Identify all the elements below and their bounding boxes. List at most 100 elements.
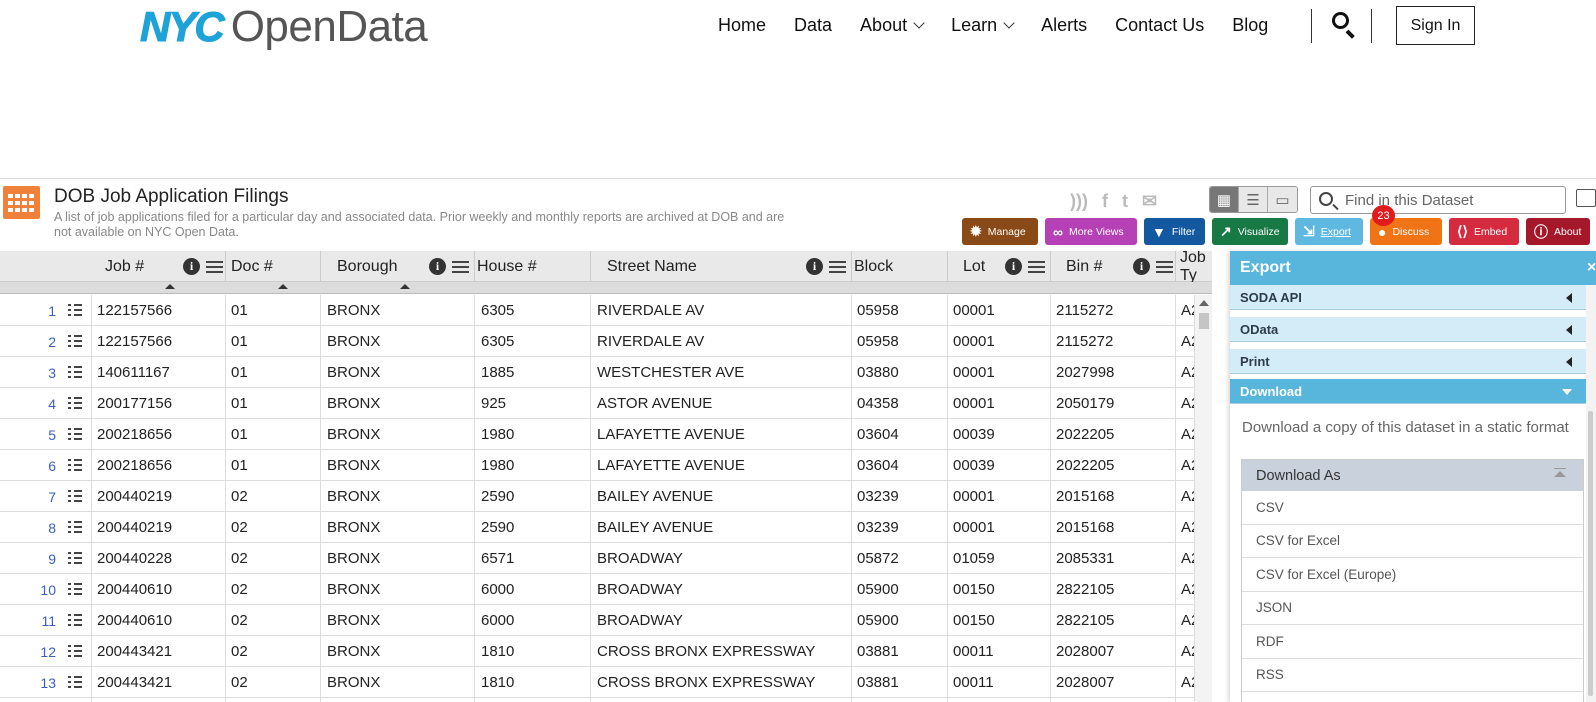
column-menu-icon[interactable] xyxy=(829,258,846,275)
cell-block[interactable]: 05872 xyxy=(857,543,899,574)
visualize-button[interactable]: ↗ Visualize xyxy=(1212,218,1288,245)
cell-lot[interactable]: 00039 xyxy=(953,450,995,481)
cell-lot[interactable]: 00011 xyxy=(953,636,994,667)
download-format-csv-excel-europe[interactable]: CSV for Excel (Europe) xyxy=(1242,558,1583,592)
column-divider[interactable] xyxy=(225,251,226,282)
cell-borough[interactable]: BRONX xyxy=(327,326,380,357)
row-number[interactable]: 13 xyxy=(0,667,56,698)
column-header-borough[interactable]: Borough xyxy=(337,251,398,282)
column-divider[interactable] xyxy=(1175,251,1176,282)
cell-borough[interactable]: BRONX xyxy=(327,605,380,636)
row-number[interactable]: 1 xyxy=(0,295,56,326)
grid-scrollbar[interactable] xyxy=(1194,295,1212,702)
download-format-rdf[interactable]: RDF xyxy=(1242,625,1583,659)
cell-house[interactable]: 1980 xyxy=(481,450,514,481)
row-menu-icon[interactable] xyxy=(68,365,82,379)
cell-block[interactable]: 05958 xyxy=(857,326,899,357)
column-divider[interactable] xyxy=(590,251,591,282)
row-number[interactable]: 11 xyxy=(0,605,56,636)
cell-job[interactable]: 122157566 xyxy=(97,326,172,357)
cell-bin[interactable]: 2115272 xyxy=(1056,326,1113,357)
cell-lot[interactable]: 00150 xyxy=(953,574,995,605)
cell-block[interactable]: 05958 xyxy=(857,295,899,326)
cell-bin[interactable]: 2027998 xyxy=(1056,357,1114,388)
section-print[interactable]: Print xyxy=(1230,349,1586,374)
row-number[interactable]: 10 xyxy=(0,574,56,605)
table-row[interactable]: 7 200440219 02 BRONX 2590 BAILEY AVENUE 03239 0… xyxy=(0,481,1212,512)
table-row[interactable]: 13 200443421 02 BRONX 1810 CROSS BRONX EXPRES… xyxy=(0,667,1212,698)
table-row[interactable]: 9 200440228 02 BRONX 6571 BROADWAY 05872 01059 2… xyxy=(0,543,1212,574)
page-view-icon[interactable]: ▭ xyxy=(1268,187,1297,212)
cell-street[interactable]: BROADWAY xyxy=(597,543,683,574)
row-menu-icon[interactable] xyxy=(68,551,82,565)
column-divider[interactable] xyxy=(851,251,852,282)
download-as-header[interactable]: Download As xyxy=(1242,460,1583,491)
info-icon[interactable]: i xyxy=(1133,258,1150,275)
cell-doc[interactable]: 01 xyxy=(231,326,248,357)
row-number[interactable]: 6 xyxy=(0,450,56,481)
cell-lot[interactable]: 00039 xyxy=(953,419,995,450)
column-header-doc[interactable]: Doc # xyxy=(231,251,273,282)
cell-lot[interactable]: 01059 xyxy=(953,543,995,574)
row-menu-icon[interactable] xyxy=(68,396,82,410)
cell-borough[interactable]: BRONX xyxy=(327,388,380,419)
row-menu-icon[interactable] xyxy=(68,582,82,596)
cell-street[interactable]: BAILEY AVENUE xyxy=(597,481,713,512)
download-format-json[interactable]: JSON xyxy=(1242,592,1583,625)
nav-about[interactable]: About xyxy=(860,15,925,36)
cell-bin[interactable]: 2022205 xyxy=(1056,450,1114,481)
cell-street[interactable]: CROSS BRONX EXPRESSWAY xyxy=(597,636,815,667)
cell-street[interactable]: ASTOR AVENUE xyxy=(597,388,712,419)
cell-job[interactable]: 200440219 xyxy=(97,512,172,543)
list-view-icon[interactable]: ☰ xyxy=(1239,187,1268,212)
cell-borough[interactable]: BRONX xyxy=(327,667,380,698)
cell-job[interactable]: 140611167 xyxy=(97,357,170,388)
cell-job[interactable]: 200443421 xyxy=(97,667,172,698)
cell-block[interactable]: 03880 xyxy=(857,357,899,388)
sort-ascending-icon[interactable] xyxy=(400,284,410,289)
nyc-opendata-logo[interactable]: NYC OpenData xyxy=(140,2,428,51)
section-odata[interactable]: OData xyxy=(1230,317,1586,342)
cell-job[interactable]: 200218656 xyxy=(97,450,172,481)
cell-bin[interactable]: 2822105 xyxy=(1056,605,1114,636)
row-menu-icon[interactable] xyxy=(68,613,82,627)
cell-job[interactable]: 200177156 xyxy=(97,388,172,419)
cell-job[interactable]: 200443421 xyxy=(97,636,172,667)
search-icon[interactable] xyxy=(1330,10,1358,39)
table-row[interactable]: 11 200440610 02 BRONX 6000 BROADWAY 05900 00150… xyxy=(0,605,1212,636)
cell-house[interactable]: 1980 xyxy=(481,419,514,450)
cell-house[interactable]: 6571 xyxy=(481,543,514,574)
cell-house[interactable]: 6305 xyxy=(481,326,514,357)
row-number[interactable]: 7 xyxy=(0,481,56,512)
row-number[interactable]: 4 xyxy=(0,388,56,419)
sort-ascending-icon[interactable] xyxy=(278,284,288,289)
export-button[interactable]: ⇲ Export xyxy=(1295,218,1363,245)
row-menu-icon[interactable] xyxy=(68,303,82,317)
cell-block[interactable]: 04358 xyxy=(857,388,899,419)
cell-borough[interactable]: BRONX xyxy=(327,574,380,605)
column-menu-icon[interactable] xyxy=(452,258,469,275)
cell-house[interactable]: 2590 xyxy=(481,481,514,512)
download-format-csv[interactable]: CSV xyxy=(1242,491,1583,525)
cell-house[interactable]: 2590 xyxy=(481,512,514,543)
nav-contact-us[interactable]: Contact Us xyxy=(1115,15,1204,36)
table-row[interactable]: 4 200177156 01 BRONX 925 ASTOR AVENUE 04358 000… xyxy=(0,388,1212,419)
cell-bin[interactable]: 2022205 xyxy=(1056,419,1114,450)
nav-home[interactable]: Home xyxy=(718,15,766,36)
cell-job[interactable]: 200440610 xyxy=(97,574,172,605)
column-menu-icon[interactable] xyxy=(206,258,223,275)
cell-lot[interactable]: 00001 xyxy=(953,295,995,326)
sign-in-button[interactable]: Sign In xyxy=(1396,6,1475,45)
email-icon[interactable]: ✉ xyxy=(1142,191,1157,212)
cell-borough[interactable]: BRONX xyxy=(327,419,380,450)
column-header-job-type[interactable]: Job Ty xyxy=(1180,251,1212,284)
row-number[interactable]: 9 xyxy=(0,543,56,574)
cell-borough[interactable]: BRONX xyxy=(327,450,380,481)
column-divider[interactable] xyxy=(947,251,948,282)
grid-view-icon[interactable]: ▦ xyxy=(1210,187,1239,212)
cell-job[interactable]: 200440228 xyxy=(97,543,172,574)
panel-scroll-thumb[interactable] xyxy=(1588,411,1593,696)
cell-lot[interactable]: 00001 xyxy=(953,357,995,388)
collapse-icon[interactable] xyxy=(1553,468,1567,482)
row-number[interactable]: 2 xyxy=(0,326,56,357)
